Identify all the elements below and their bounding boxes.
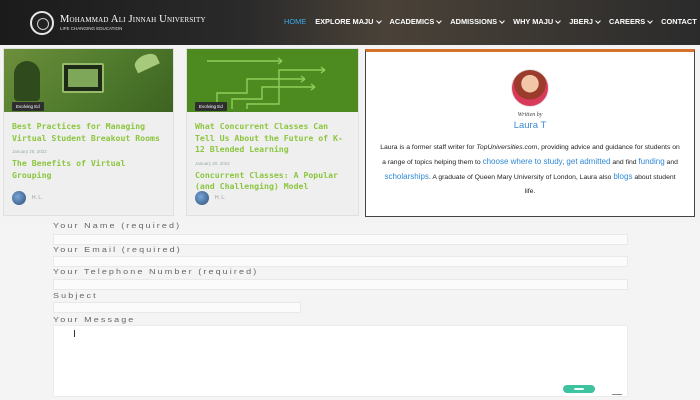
- brand-name: Mohammad Ali Jinnah University: [60, 14, 206, 25]
- nav-explore-maju-label: EXPLORE MAJU: [315, 17, 374, 26]
- nav-admissions-label: ADMISSIONS: [450, 17, 498, 26]
- subject-field[interactable]: [53, 302, 301, 313]
- nav-home-label: HOME: [284, 17, 307, 26]
- scholarships-link[interactable]: scholarships: [384, 172, 428, 181]
- avatar: [12, 191, 26, 205]
- article-author[interactable]: H. L.: [195, 191, 226, 205]
- written-by-label: Written by: [517, 112, 543, 118]
- nav-contact[interactable]: CONTACT: [661, 17, 697, 26]
- text-cursor: [74, 330, 75, 337]
- funding-link[interactable]: funding: [638, 157, 664, 166]
- bio-text: and find: [610, 159, 639, 166]
- bio-publication: TopUniversities.com: [476, 144, 538, 151]
- category-tag[interactable]: Evolving Ed: [195, 102, 227, 111]
- author-photo: [511, 69, 549, 107]
- bio-text: Laura is a former staff writer for: [380, 144, 477, 151]
- brand-text: Mohammad Ali Jinnah University LIFE CHAN…: [60, 14, 206, 31]
- author-bio-box: Written by Laura T Laura is a former sta…: [365, 49, 695, 217]
- author-name: H. L.: [32, 195, 43, 201]
- nav-home[interactable]: HOME: [284, 17, 306, 26]
- chevron-down-icon: [499, 17, 505, 24]
- email-label: Your Email (required): [53, 246, 182, 254]
- article-subtitle[interactable]: Concurrent Classes: A Popular (and Chall…: [195, 170, 350, 193]
- nav-why-maju-label: WHY MAJU: [513, 17, 554, 26]
- author-name: H. L.: [215, 195, 226, 201]
- brand-tagline: LIFE CHANGING EDUCATION: [60, 26, 123, 31]
- chevron-down-icon: [647, 17, 654, 24]
- nav-careers-label: CAREERS: [609, 17, 646, 26]
- brand-logo-link[interactable]: Mohammad Ali Jinnah University LIFE CHAN…: [30, 10, 206, 35]
- avatar: [195, 191, 209, 205]
- bio-text: and: [664, 159, 678, 166]
- article-date: January 26, 2022: [12, 149, 47, 154]
- main-nav: HOME EXPLORE MAJU ACADEMICS ADMISSIONS W…: [284, 17, 700, 26]
- chevron-down-icon: [595, 17, 601, 24]
- nav-why-maju[interactable]: WHY MAJU: [513, 17, 562, 26]
- nav-admissions[interactable]: ADMISSIONS: [450, 17, 505, 26]
- nav-explore-maju[interactable]: EXPLORE MAJU: [315, 17, 382, 26]
- article-date: January 20, 2022: [195, 160, 230, 166]
- chevron-down-icon: [375, 17, 382, 24]
- phone-label: Your Telephone Number (required): [53, 268, 259, 276]
- nav-careers[interactable]: CAREERS: [609, 17, 654, 26]
- article-card: Evolving Ed What Concurrent Classes Can …: [186, 48, 359, 216]
- article-title[interactable]: Best Practices for Managing Virtual Stud…: [12, 121, 165, 144]
- nav-contact-label: CONTACT: [661, 17, 697, 26]
- university-seal-icon: [30, 10, 54, 35]
- chevron-down-icon: [555, 17, 562, 24]
- email-field[interactable]: [53, 256, 628, 267]
- article-thumbnail[interactable]: Evolving Ed: [4, 49, 173, 112]
- nav-academics-label: ACADEMICS: [389, 17, 435, 26]
- blogs-link[interactable]: blogs: [613, 172, 632, 181]
- name-label: Your Name (required): [53, 222, 182, 230]
- grammar-assistant-icon[interactable]: [563, 385, 595, 393]
- bio-text: . A graduate of Queen Mary University of…: [428, 174, 614, 181]
- category-tag[interactable]: Evolving Ed: [12, 102, 44, 111]
- site-header: Mohammad Ali Jinnah University LIFE CHAN…: [0, 0, 700, 45]
- choose-where-to-study-link[interactable]: choose where to study: [483, 157, 563, 166]
- subject-label: Subject: [53, 292, 98, 300]
- nav-jberj-label: JBERJ: [569, 17, 594, 26]
- name-field[interactable]: [53, 234, 628, 245]
- article-subtitle[interactable]: The Benefits of Virtual Grouping: [12, 158, 165, 181]
- nav-jberj[interactable]: JBERJ: [569, 17, 601, 26]
- nav-academics[interactable]: ACADEMICS: [389, 17, 443, 26]
- laptop-image: [62, 63, 104, 93]
- article-body: Best Practices for Managing Virtual Stud…: [4, 112, 173, 181]
- article-thumbnail[interactable]: Evolving Ed: [187, 49, 358, 112]
- article-card: Evolving Ed Best Practices for Managing …: [3, 48, 174, 216]
- chevron-down-icon: [436, 17, 443, 24]
- message-label: Your Message: [53, 316, 136, 324]
- get-admitted-link[interactable]: get admitted: [566, 157, 610, 166]
- author-name-link[interactable]: Laura T: [366, 120, 694, 131]
- author-bio: Laura is a former staff writer for TopUn…: [380, 141, 680, 199]
- message-textarea[interactable]: [53, 325, 628, 397]
- phone-field[interactable]: [53, 279, 628, 290]
- article-body: What Concurrent Classes Can Tell Us Abou…: [187, 112, 358, 193]
- lamp-image: [132, 50, 160, 74]
- student-figure: [14, 61, 40, 101]
- article-author[interactable]: H. L.: [12, 191, 43, 205]
- article-title[interactable]: What Concurrent Classes Can Tell Us Abou…: [195, 121, 350, 156]
